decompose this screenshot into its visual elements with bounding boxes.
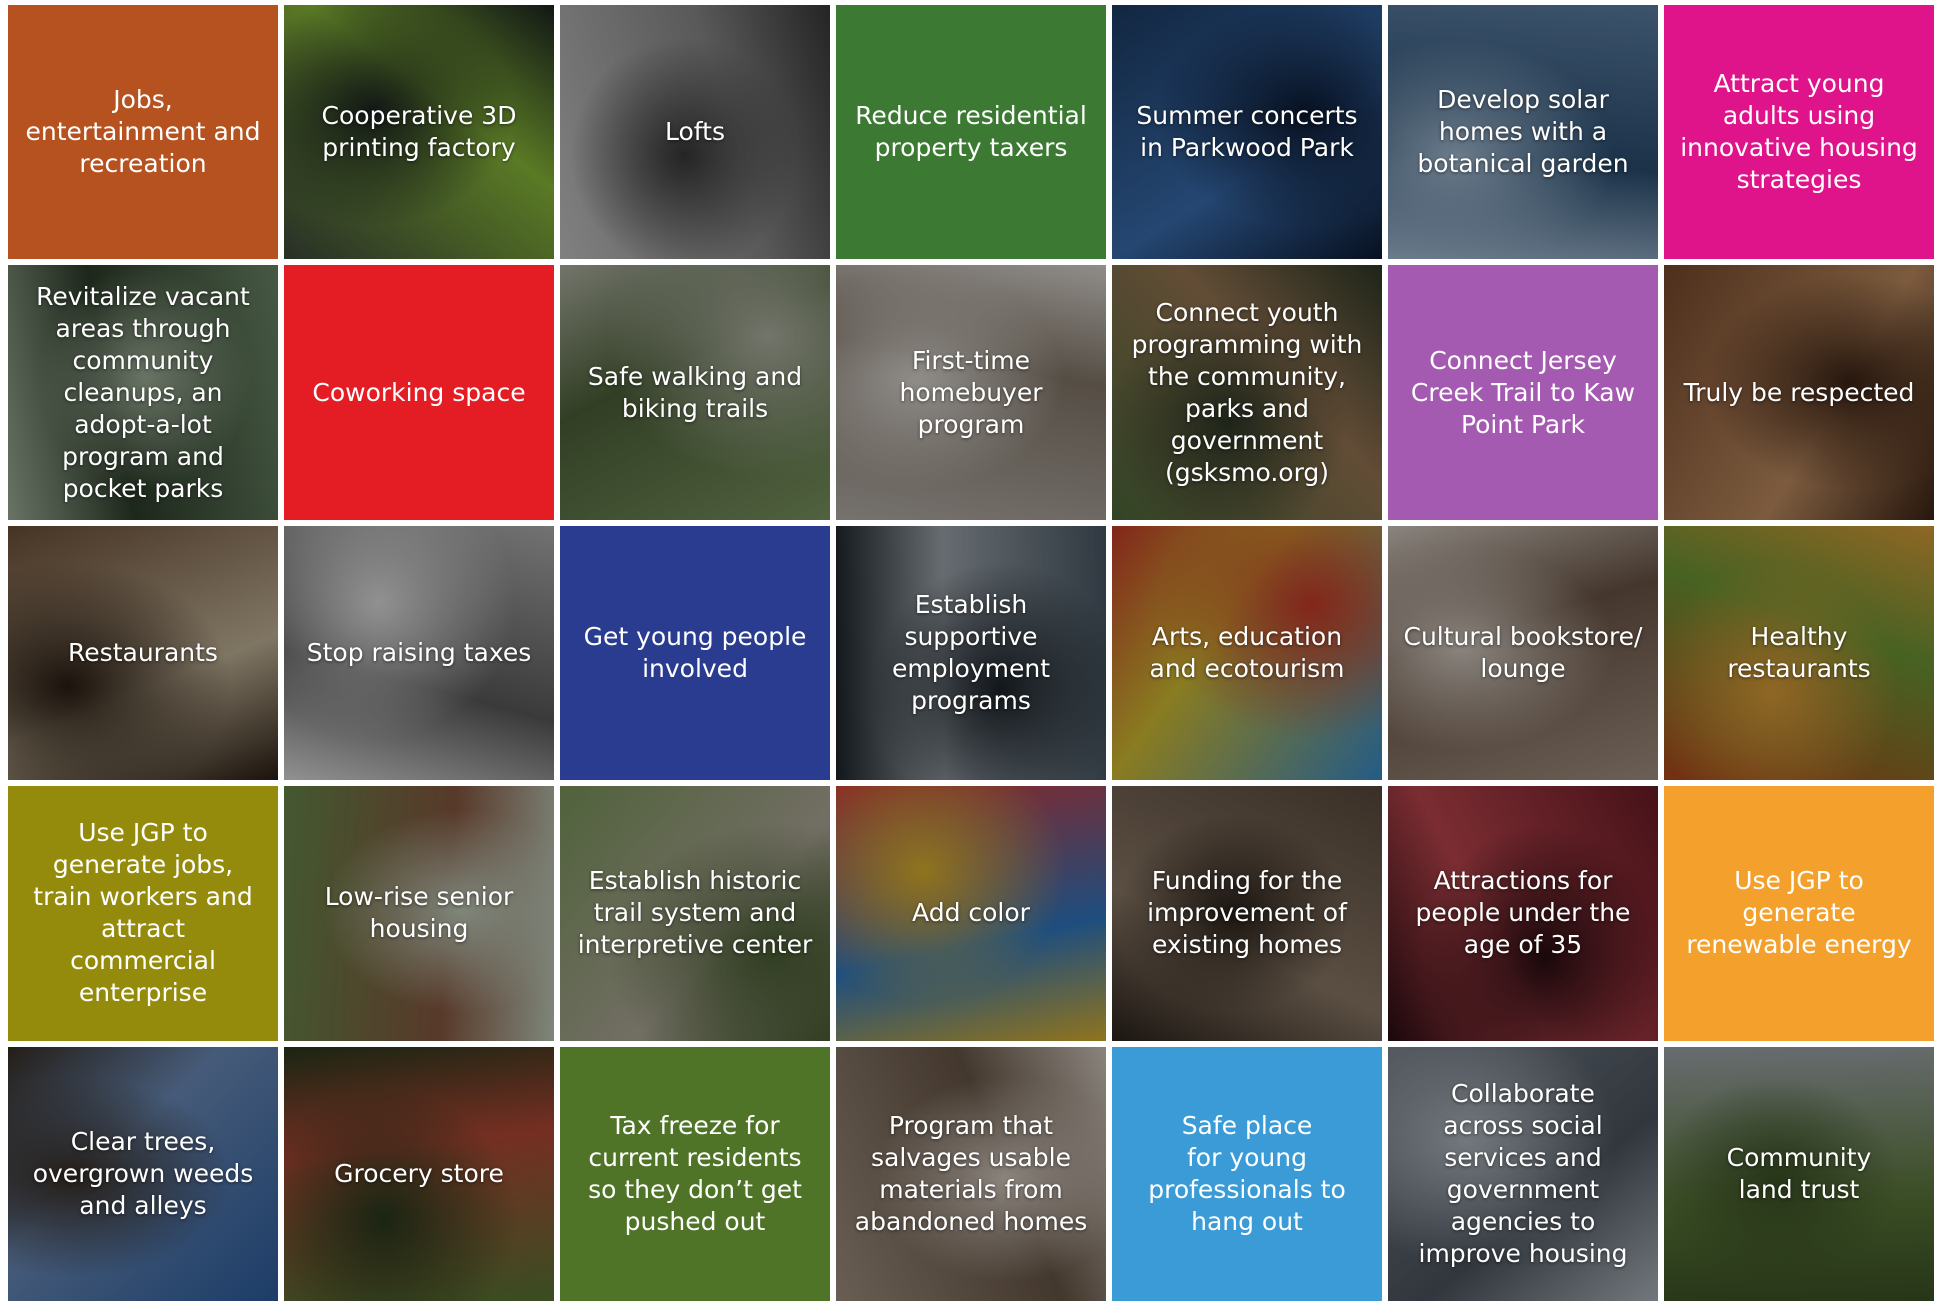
tile-label: Develop solar homes with a botanical garde…	[1417, 85, 1629, 179]
idea-tile: Grocery store	[284, 1046, 554, 1301]
tile-label: Cultural bookstore/lounge	[1403, 621, 1643, 683]
idea-tile: Healthy restaurants	[1664, 525, 1934, 781]
tile-label: Restaurants	[68, 637, 218, 667]
idea-tile: First-time homebuyer program	[836, 265, 1106, 520]
tile-label: Attract young adults using innovative hous…	[1680, 69, 1918, 195]
idea-tile: Tax freeze for current residents so they d…	[560, 1046, 830, 1301]
idea-tile: Add color	[836, 786, 1106, 1041]
idea-tile: Truly be respected	[1664, 265, 1934, 520]
tile-label: Healthy restaurants	[1727, 621, 1871, 683]
idea-tile: Use JGP to generate jobs, train workers an…	[8, 786, 278, 1041]
tile-label: Community land trust	[1726, 1142, 1872, 1204]
idea-tile: Connect youth programming with the communi…	[1112, 265, 1382, 520]
tile-label: Connect youth programming with the communi…	[1131, 297, 1363, 487]
idea-tile: Develop solar homes with a botanical garde…	[1388, 5, 1658, 260]
idea-tile: Lofts	[560, 5, 830, 260]
idea-tile: Collaborate across social services and gove…	[1388, 1046, 1658, 1301]
tile-label: Connect Jersey Creek Trail to Kaw Point Pa…	[1410, 345, 1636, 439]
idea-tile: Jobs, entertainment and recreation	[8, 5, 278, 260]
idea-tile: Establish supportive employment programs	[836, 525, 1106, 781]
idea-tile: Cultural bookstore/lounge	[1388, 525, 1658, 781]
tile-label: Funding for the improvement of existing ho…	[1147, 866, 1347, 960]
idea-tile: Use JGP to generate renewable energy	[1664, 786, 1934, 1041]
tile-label: Safe place for young professionals to hang …	[1148, 1110, 1346, 1236]
tile-label: Safe walking and biking trails	[587, 361, 803, 423]
idea-tile: Establish historic trail system and interp…	[560, 786, 830, 1041]
tile-label: Use JGP to generate renewable energy	[1686, 866, 1912, 960]
idea-tile: Connect Jersey Creek Trail to Kaw Point Pa…	[1388, 265, 1658, 520]
tile-label: Revitalize vacant areas through community c…	[36, 281, 250, 503]
tile-label: Tax freeze for current residents so they d…	[588, 1110, 802, 1236]
tile-label: Grocery store	[334, 1158, 504, 1188]
idea-tile: Summer concerts in Parkwood Park	[1112, 5, 1382, 260]
tile-label: Use JGP to generate jobs, train workers an…	[33, 818, 253, 1008]
tile-label: Summer concerts in Parkwood Park	[1136, 101, 1358, 163]
tile-label: Arts, education and ecotourism	[1149, 621, 1345, 683]
tile-label: Truly be respected	[1683, 377, 1915, 407]
tile-label: Coworking space	[312, 377, 526, 407]
tile-label: Establish historic trail system and interp…	[577, 866, 813, 960]
idea-tile: Get young people involved	[560, 525, 830, 781]
tile-label: First-time homebuyer program	[899, 345, 1043, 439]
tile-label: Collaborate across social services and gove…	[1418, 1078, 1628, 1268]
idea-tile: Program that salvages usable materials fro…	[836, 1046, 1106, 1301]
idea-tile: Cooperative 3D printing factory	[284, 5, 554, 260]
idea-tile: Community land trust	[1664, 1046, 1934, 1301]
tile-label: Program that salvages usable materials fro…	[854, 1110, 1088, 1236]
idea-tile: Revitalize vacant areas through community c…	[8, 265, 278, 520]
idea-tile: Coworking space	[284, 265, 554, 520]
idea-tile: Arts, education and ecotourism	[1112, 525, 1382, 781]
idea-tile: Reduce residential property taxers	[836, 5, 1106, 260]
tile-label: Cooperative 3D printing factory	[321, 101, 517, 163]
idea-tile: Restaurants	[8, 525, 278, 781]
idea-tile-grid: Jobs, entertainment and recreation Cooperat…	[8, 5, 1934, 1301]
idea-tile: Stop raising taxes	[284, 525, 554, 781]
idea-tile: Attract young adults using innovative hous…	[1664, 5, 1934, 260]
tile-label: Jobs, entertainment and recreation	[25, 85, 261, 179]
idea-tile: Funding for the improvement of existing ho…	[1112, 786, 1382, 1041]
tile-label: Get young people involved	[583, 621, 807, 683]
idea-tile: Safe walking and biking trails	[560, 265, 830, 520]
tile-label: Stop raising taxes	[306, 637, 532, 667]
tile-label: Low-rise senior housing	[324, 882, 514, 944]
idea-tile: Low-rise senior housing	[284, 786, 554, 1041]
idea-tile: Clear trees, overgrown weeds and alleys	[8, 1046, 278, 1301]
idea-tile: Attractions for people under the age of 35	[1388, 786, 1658, 1041]
idea-tile: Safe place for young professionals to hang …	[1112, 1046, 1382, 1301]
tile-label: Establish supportive employment programs	[891, 589, 1051, 715]
tile-label: Clear trees, overgrown weeds and alleys	[32, 1126, 254, 1220]
tile-label: Reduce residential property taxers	[855, 101, 1087, 163]
tile-label: Attractions for people under the age of 35	[1415, 866, 1631, 960]
tile-label: Lofts	[665, 117, 725, 147]
tile-label: Add color	[912, 898, 1030, 928]
